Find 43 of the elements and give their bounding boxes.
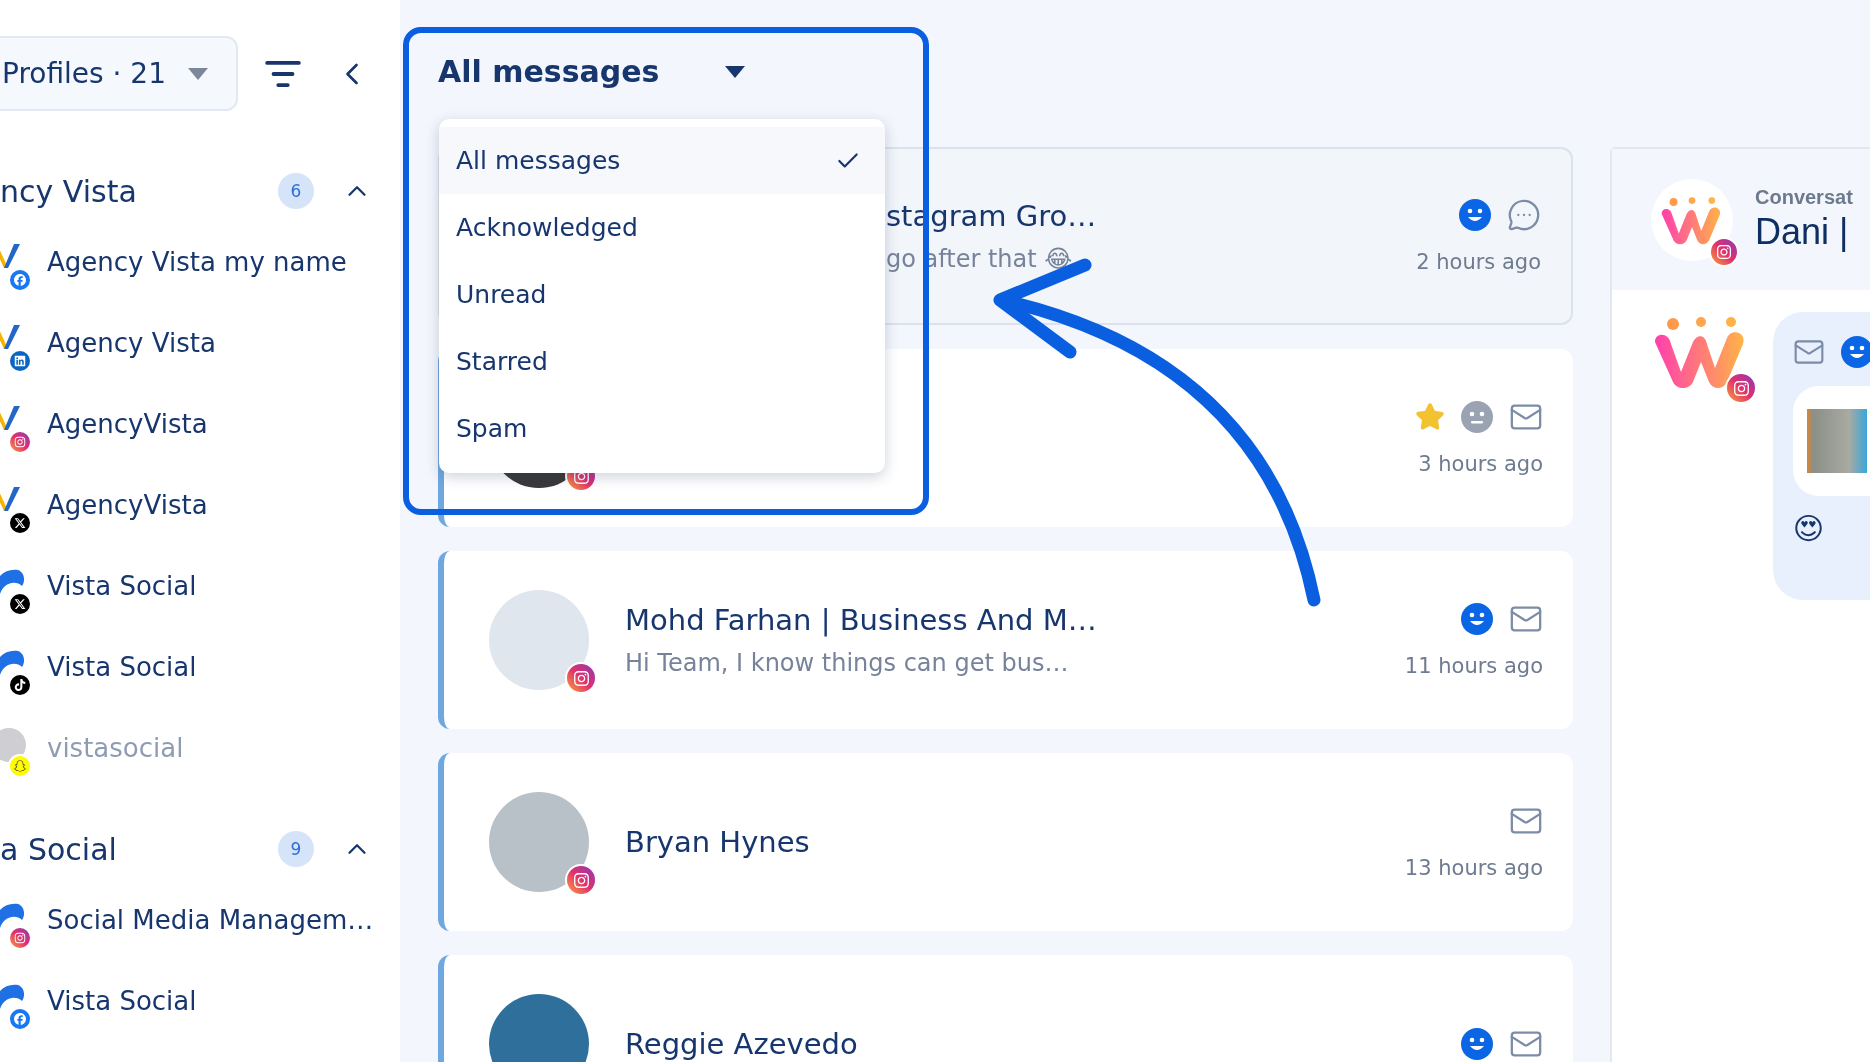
menu-option[interactable]: Acknowledged (439, 194, 885, 261)
sender-name: Bryan Hynes (625, 825, 810, 859)
sender-name: Reggie Azevedo (625, 1027, 858, 1061)
message-time: 11 hours ago (1404, 654, 1543, 678)
count-badge: 9 (278, 831, 314, 867)
avatar-icon (0, 727, 26, 762)
menu-option[interactable]: Unread (439, 261, 885, 328)
group-title: ncy Vista (0, 173, 138, 209)
contact-name: Dani | (1755, 211, 1850, 253)
caret-icon (188, 67, 208, 80)
profile-item[interactable]: AgencyVista (47, 489, 208, 520)
menu-option[interactable]: Spam (439, 395, 885, 462)
message-card[interactable]: Reggie Azevedo (438, 955, 1573, 1062)
profile-item[interactable]: Agency Vista (47, 327, 216, 358)
photo-placeholder (1807, 409, 1867, 473)
message-card[interactable]: Mohd Farhan | Business And M… Hi Team, I know things can get bus… 11 hours ago (438, 551, 1573, 729)
emoji: 😍 (1793, 514, 1826, 544)
profiles-dropdown[interactable]: Profiles · 21 (0, 36, 238, 111)
menu-option[interactable]: All messages (439, 127, 885, 194)
smiley-icon (1461, 1028, 1493, 1060)
chat-icon (1507, 198, 1541, 232)
profile-item[interactable]: Vista Social (47, 570, 197, 601)
message-card[interactable]: Bryan Hynes 13 hours ago (438, 753, 1573, 931)
profile-item[interactable]: AgencyVista (47, 408, 208, 439)
message-time: 2 hours ago (1416, 250, 1541, 274)
smiley-icon (1459, 199, 1491, 231)
count-badge: 6 (278, 173, 314, 209)
group-title: a Social (0, 831, 118, 867)
profile-item[interactable]: Agency Vista my name (47, 246, 347, 277)
header-label: Conversat (1755, 186, 1853, 209)
snapchat-icon (8, 753, 32, 778)
sender-name: Mohd Farhan | Business And M… (625, 603, 1097, 637)
menu-option[interactable]: Starred (439, 328, 885, 395)
caret-icon (725, 65, 746, 78)
message-time: 13 hours ago (1404, 856, 1543, 880)
message-time: 3 hours ago (1418, 452, 1543, 476)
profile-item[interactable]: Social Media Managem… (47, 904, 374, 935)
smiley-icon (1841, 336, 1870, 368)
message-preview: Hi Team, I know things can get bus… (625, 649, 1070, 677)
profile-item[interactable]: Vista Social (47, 651, 197, 682)
neutral-face-icon (1461, 401, 1493, 433)
smiley-icon (1461, 603, 1493, 635)
profile-item[interactable]: Vista Social (47, 985, 197, 1016)
